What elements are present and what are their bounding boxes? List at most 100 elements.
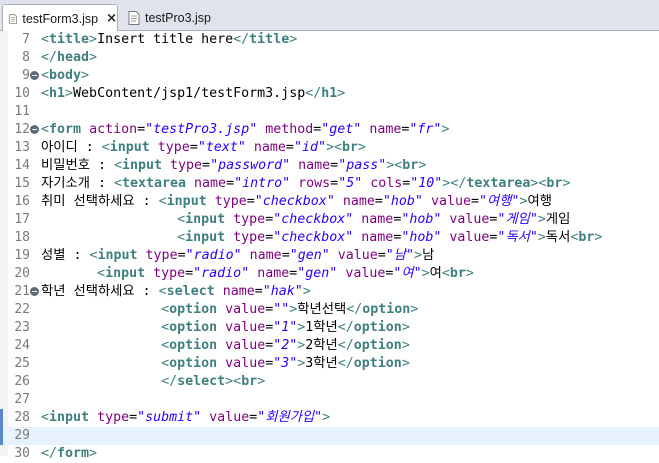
code-token: >: [89, 50, 98, 65]
change-marker: [0, 427, 3, 445]
code-token: </: [346, 302, 363, 317]
code-token: =: [374, 194, 383, 209]
code-token: input: [109, 140, 150, 155]
code-token: >: [337, 86, 346, 101]
code-line[interactable]: 13 아이디 : <input type="text" name="id"><br…: [0, 139, 659, 157]
code-token: option: [353, 356, 402, 371]
line-number: 9: [22, 68, 30, 83]
code-token: >: [225, 374, 234, 389]
code-line[interactable]: 14 비밀번호 : <input type="password" name="pa…: [0, 157, 659, 175]
code-line[interactable]: 23 <option value="1">1학년</option>: [0, 319, 659, 337]
code-token: 2학년: [305, 338, 338, 353]
code-editor[interactable]: 7 <title>Insert title here</title> 8 </head…: [0, 31, 659, 461]
tab-testpro3[interactable]: testPro3.jsp: [122, 4, 222, 31]
code-token: 독서: [545, 230, 571, 245]
code-token: <: [177, 212, 186, 227]
code-line[interactable]: 12− <form action="testPro3.jsp" method="g…: [0, 121, 659, 139]
code-token: "checkbox": [273, 230, 354, 245]
line-number: 29: [14, 428, 30, 443]
code-line[interactable]: 7 <title>Insert title here</title>: [0, 31, 659, 49]
code-line[interactable]: 10 <h1>WebContent/jsp1/testForm3.jsp</h1>: [0, 85, 659, 103]
code-line[interactable]: 17 <input type="checkbox" name="hob" val…: [0, 211, 659, 229]
line-number: 20: [14, 266, 30, 281]
code-text: 비밀번호 : <input type="password" name="pass…: [41, 157, 426, 175]
code-token: br: [342, 140, 359, 155]
code-token: =: [226, 176, 235, 191]
line-number: 10: [14, 86, 30, 101]
code-token: "radio": [185, 248, 242, 263]
code-token: name: [298, 158, 331, 173]
code-token: <: [89, 248, 98, 263]
code-token: =: [254, 284, 263, 299]
close-icon[interactable]: ×: [106, 11, 117, 26]
code-line[interactable]: 18 <input type="checkbox" name="hob" val…: [0, 229, 659, 247]
code-line[interactable]: 16 취미 선택하세요 : <input type="checkbox" name…: [0, 193, 659, 211]
code-token: </: [305, 86, 322, 101]
line-number: 30: [14, 446, 30, 461]
line-number: 16: [14, 194, 30, 209]
code-token: type: [233, 212, 266, 227]
code-token: "checkbox": [254, 194, 335, 209]
code-token: rows: [298, 176, 331, 191]
code-token: h1: [321, 86, 338, 101]
code-text: </head>: [41, 49, 97, 67]
code-token: select: [166, 284, 215, 299]
code-token: =: [377, 248, 386, 263]
code-token: >: [322, 410, 331, 425]
code-token: </: [337, 338, 354, 353]
code-token: <: [97, 266, 106, 281]
code-line[interactable]: 9− <body>: [0, 67, 659, 85]
fold-toggle-icon[interactable]: −: [30, 125, 39, 134]
code-token: textarea: [466, 176, 531, 191]
code-token: </: [337, 320, 354, 335]
code-line[interactable]: 21− 학년 선택하세요 : <select name="hak">: [0, 283, 659, 301]
code-line[interactable]: 27: [0, 391, 659, 409]
code-line[interactable]: 19 성별 : <input type="radio" name="gen" va…: [0, 247, 659, 265]
code-line[interactable]: 11: [0, 103, 659, 121]
line-number: 25: [14, 356, 30, 371]
code-token: h1: [49, 86, 66, 101]
tab-testform3[interactable]: testForm3.jsp ×: [2, 4, 118, 32]
code-token: >: [410, 302, 419, 317]
fold-toggle-icon[interactable]: −: [30, 287, 39, 296]
code-text: 학년 선택하세요 : <select name="hak">: [41, 283, 311, 301]
code-token: type: [170, 158, 203, 173]
code-token: name: [257, 266, 290, 281]
code-line[interactable]: 25 <option value="3">3학년</option>: [0, 355, 659, 373]
change-marker: [0, 409, 3, 427]
code-line[interactable]: 22 <option value="">학년선택</option>: [0, 301, 659, 319]
code-line[interactable]: 29: [0, 427, 659, 445]
code-token: =: [137, 122, 146, 137]
code-token: <: [158, 194, 167, 209]
code-token: name: [253, 140, 286, 155]
code-token: </: [41, 446, 58, 461]
fold-toggle-icon[interactable]: −: [30, 71, 39, 80]
code-token: </: [41, 50, 58, 65]
line-number: 13: [14, 140, 30, 155]
code-token: input: [121, 158, 162, 173]
code-line[interactable]: 8 </head>: [0, 49, 659, 67]
code-token: "intro": [234, 176, 291, 191]
code-token: input: [185, 212, 226, 227]
code-token: 취미 선택하세요 :: [41, 194, 159, 209]
code-line[interactable]: 26 </select><br>: [0, 373, 659, 391]
code-line[interactable]: 28 <input type="submit" value="회원가입">: [0, 409, 659, 427]
code-token: "submit": [137, 410, 202, 425]
code-line[interactable]: 20 <input type="radio" name="gen" value=…: [0, 265, 659, 283]
code-token: 비밀번호 :: [41, 158, 114, 173]
code-token: "hob": [401, 212, 442, 227]
code-token: <: [233, 374, 242, 389]
code-line[interactable]: 15 자기소개 : <textarea name="intro" rows="5"…: [0, 175, 659, 193]
code-line[interactable]: 24 <option value="2">2학년</option>: [0, 337, 659, 355]
code-token: "5": [338, 176, 363, 191]
code-line[interactable]: 30 </form>: [0, 445, 659, 463]
